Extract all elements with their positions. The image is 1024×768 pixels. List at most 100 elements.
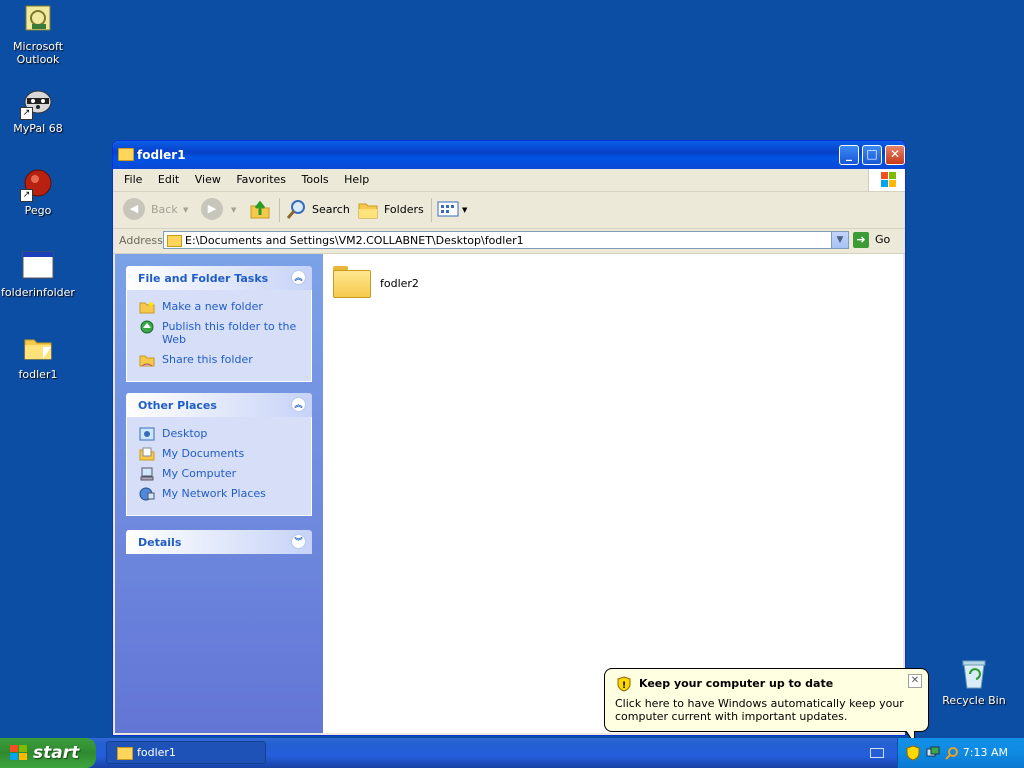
balloon-body: Click here to have Windows automatically… [615, 697, 904, 723]
clock[interactable]: 7:13 AM [963, 746, 1008, 759]
desktop-icon-fodler1[interactable]: fodler1 [0, 332, 76, 381]
back-label: Back [151, 203, 178, 216]
place-my-computer[interactable]: My Computer [127, 467, 311, 481]
my-computer-icon [140, 467, 154, 481]
forward-dropdown-icon: ▼ [231, 206, 237, 214]
search-label: Search [312, 203, 350, 216]
views-dropdown-icon: ▼ [462, 206, 468, 214]
svg-text:!: ! [622, 681, 626, 691]
balloon-close-button[interactable]: ✕ [908, 674, 922, 688]
place-label: Desktop [162, 427, 208, 440]
panel-header[interactable]: File and Folder Tasks ︽ [126, 266, 312, 290]
start-button[interactable]: start [0, 738, 96, 768]
desktop-icon-label: Microsoft Outlook [12, 40, 64, 66]
folder-name: fodler2 [380, 277, 419, 290]
menu-help[interactable]: Help [338, 169, 375, 191]
minimize-button[interactable]: _ [839, 145, 859, 165]
desktop-icon-label: Recycle Bin [942, 694, 1006, 707]
place-label: My Network Places [162, 487, 266, 500]
title-bar[interactable]: fodler1 _ □ ✕ [113, 141, 905, 169]
desktop-icon-label: fodler1 [18, 368, 58, 381]
security-shield-icon[interactable] [906, 745, 920, 761]
raccoon-icon: ↗ [20, 86, 54, 120]
folder-item[interactable]: fodler2 [333, 266, 443, 306]
explorer-content: File and Folder Tasks ︽ Make a new folde… [115, 254, 903, 733]
forward-button[interactable]: ▶ ▼ [201, 198, 241, 222]
network-icon[interactable] [926, 746, 940, 760]
panel-header[interactable]: Other Places ︽ [126, 393, 312, 417]
mouse-cursor-icon [43, 347, 51, 359]
address-dropdown-button[interactable]: ▼ [831, 232, 848, 248]
desktop-icon-mypal[interactable]: ↗ MyPal 68 [0, 86, 76, 135]
panel-header[interactable]: Details ︾ [126, 530, 312, 554]
views-button[interactable]: ▼ [437, 198, 471, 222]
desktop-icon [139, 427, 155, 441]
panel-body: Desktop My Documents My Computer My Netw… [126, 417, 312, 516]
close-button[interactable]: ✕ [885, 145, 905, 165]
back-arrow-icon: ◀ [123, 198, 145, 220]
task-make-new-folder[interactable]: Make a new folder [127, 300, 311, 314]
outlook-icon [22, 4, 54, 36]
up-folder-button[interactable] [249, 198, 273, 222]
menu-edit[interactable]: Edit [152, 169, 185, 191]
explorer-window: fodler1 _ □ ✕ File Edit View Favorites T… [112, 140, 906, 736]
desktop-icon-outlook[interactable]: Microsoft Outlook [0, 4, 76, 66]
maximize-button[interactable]: □ [862, 145, 882, 165]
menu-tools[interactable]: Tools [296, 169, 335, 191]
keyboard-icon[interactable] [870, 748, 884, 758]
panel-title: Details [138, 536, 182, 549]
window-title: fodler1 [137, 148, 186, 162]
network-places-icon [139, 487, 155, 501]
place-my-network-places[interactable]: My Network Places [127, 487, 311, 501]
place-desktop[interactable]: Desktop [127, 427, 311, 441]
windows-flag-icon [10, 745, 28, 761]
file-list: fodler2 [323, 254, 903, 733]
collapse-chevron-icon[interactable]: ︽ [291, 397, 306, 412]
menu-file[interactable]: File [118, 169, 148, 191]
task-label: Share this folder [162, 353, 253, 366]
address-input[interactable]: E:\Documents and Settings\VM2.COLLABNET\… [163, 231, 849, 249]
start-label: start [33, 743, 80, 763]
taskbar-window-button[interactable]: fodler1 [106, 741, 266, 764]
security-shield-icon: ! [617, 676, 631, 692]
file-folder-tasks-panel: File and Folder Tasks ︽ Make a new folde… [126, 266, 312, 382]
update-notification-balloon[interactable]: ! Keep your computer up to date Click he… [604, 668, 929, 732]
go-button[interactable]: ➜ Go [853, 231, 890, 249]
place-label: My Computer [162, 467, 237, 480]
menu-view[interactable]: View [189, 169, 227, 191]
desktop-icon-label: Pego [24, 204, 52, 217]
folders-button[interactable]: Folders [357, 198, 424, 222]
task-publish-to-web[interactable]: Publish this folder to the Web [127, 320, 311, 346]
address-value: E:\Documents and Settings\VM2.COLLABNET\… [185, 234, 524, 247]
views-icon [437, 201, 459, 217]
panel-title: File and Folder Tasks [138, 272, 269, 285]
back-button[interactable]: ◀ Back ▼ [123, 198, 191, 222]
share-folder-icon [139, 355, 155, 367]
address-bar: Address E:\Documents and Settings\VM2.CO… [113, 229, 905, 254]
toolbar-separator [431, 198, 432, 222]
menu-favorites[interactable]: Favorites [230, 169, 292, 191]
search-tray-icon[interactable] [945, 746, 959, 760]
menu-bar: File Edit View Favorites Tools Help [113, 169, 905, 192]
collapse-chevron-icon[interactable]: ︽ [291, 270, 306, 285]
desktop-icon-folderinfolder[interactable]: folderinfolder [0, 250, 76, 299]
task-share-folder[interactable]: Share this folder [127, 353, 311, 367]
balloon-title: Keep your computer up to date [639, 677, 834, 690]
folder-icon [118, 148, 134, 161]
other-places-panel: Other Places ︽ Desktop My Documents My C… [126, 393, 312, 516]
search-icon [286, 200, 305, 219]
standard-toolbar: ◀ Back ▼ ▶ ▼ Search Folders ▼ [113, 192, 905, 229]
folders-icon [358, 203, 378, 219]
task-pane: File and Folder Tasks ︽ Make a new folde… [115, 254, 323, 733]
go-label: Go [875, 233, 891, 246]
place-my-documents[interactable]: My Documents [127, 447, 311, 461]
system-tray: 7:13 AM [897, 738, 1024, 768]
toolbar-separator [279, 198, 280, 222]
recycle-bin-icon [958, 658, 990, 690]
desktop-icon-pego[interactable]: ↗ Pego [0, 168, 76, 217]
desktop-icon-label: MyPal 68 [13, 122, 63, 135]
search-button[interactable]: Search [285, 198, 350, 222]
windows-logo-icon [868, 169, 905, 191]
desktop-icon-recycle-bin[interactable]: Recycle Bin [936, 658, 1012, 707]
expand-chevron-icon[interactable]: ︾ [291, 534, 306, 549]
